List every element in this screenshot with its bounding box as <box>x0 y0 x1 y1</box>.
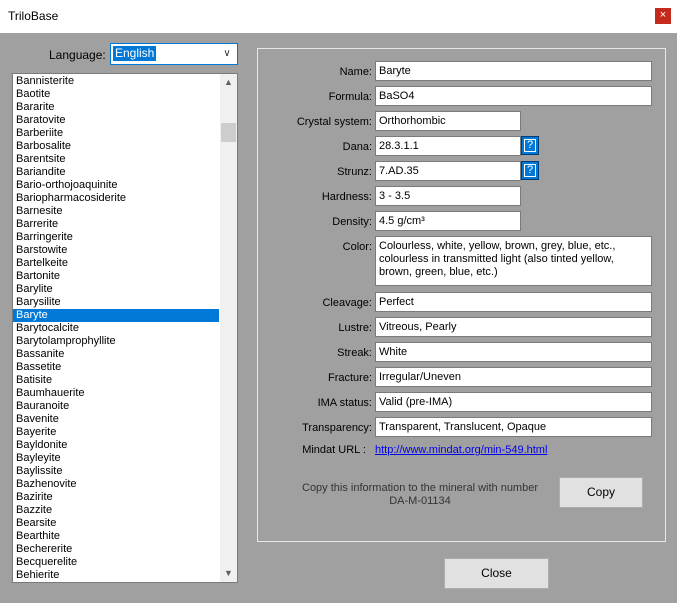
cleavage-field[interactable]: Perfect <box>375 292 652 312</box>
mindat-url-label: Mindat URL : <box>302 444 366 456</box>
list-item[interactable]: Barberiite <box>13 127 219 140</box>
language-select[interactable]: English ∨ <box>110 43 238 65</box>
list-item[interactable]: Bartonite <box>13 270 219 283</box>
dana-field[interactable]: 28.3.1.1 <box>375 136 521 156</box>
name-label: Name: <box>339 66 372 78</box>
dana-help-button[interactable]: ? <box>521 136 539 155</box>
lustre-field[interactable]: Vitreous, Pearly <box>375 317 652 337</box>
list-item[interactable]: Bazzite <box>13 504 219 517</box>
hardness-label: Hardness: <box>321 191 372 203</box>
scroll-down-icon[interactable]: ▼ <box>220 565 237 582</box>
list-item[interactable]: Bararite <box>13 101 219 114</box>
density-label: Density: <box>332 216 372 228</box>
list-item[interactable]: Barringerite <box>13 231 219 244</box>
help-icon: ? <box>524 139 536 152</box>
list-item[interactable]: Barysilite <box>13 296 219 309</box>
cleavage-label: Cleavage: <box>322 297 372 309</box>
list-item[interactable]: Bartelkeite <box>13 257 219 270</box>
list-item[interactable]: Barstowite <box>13 244 219 257</box>
list-item[interactable]: Baryte <box>13 309 219 322</box>
list-item[interactable]: Baratovite <box>13 114 219 127</box>
transparency-field[interactable]: Transparent, Translucent, Opaque <box>375 417 652 437</box>
list-item[interactable]: Bayldonite <box>13 439 219 452</box>
fracture-label: Fracture: <box>327 372 372 384</box>
title-bar: TriloBase × <box>0 0 677 33</box>
strunz-help-button[interactable]: ? <box>521 161 539 180</box>
help-icon: ? <box>524 164 536 177</box>
name-field[interactable]: Baryte <box>375 61 652 81</box>
window-close-icon[interactable]: × <box>655 8 671 24</box>
list-item[interactable]: Barentsite <box>13 153 219 166</box>
dana-label: Dana: <box>342 141 372 153</box>
scroll-thumb[interactable] <box>221 123 236 142</box>
fracture-field[interactable]: Irregular/Uneven <box>375 367 652 387</box>
list-item[interactable]: Barylite <box>13 283 219 296</box>
list-item[interactable]: Bavenite <box>13 413 219 426</box>
mineral-list[interactable]: Bannisterite Baotite Bararite Baratovite Bar… <box>12 73 238 583</box>
list-item[interactable]: Bannisterite <box>13 75 219 88</box>
crystal-system-label: Crystal system: <box>296 116 372 128</box>
list-item[interactable]: Bearthite <box>13 530 219 543</box>
lustre-label: Lustre: <box>338 322 372 334</box>
copy-button[interactable]: Copy <box>559 477 643 508</box>
language-label: Language: <box>49 48 106 62</box>
list-item[interactable]: Baotite <box>13 88 219 101</box>
close-button[interactable]: Close <box>444 558 549 589</box>
streak-label: Streak: <box>337 347 372 359</box>
strunz-field[interactable]: 7.AD.35 <box>375 161 521 181</box>
density-field[interactable]: 4.5 g/cm³ <box>375 211 521 231</box>
list-item[interactable]: Bario-orthojoaquinite <box>13 179 219 192</box>
ima-status-label: IMA status: <box>317 397 372 409</box>
list-item[interactable]: Barrerite <box>13 218 219 231</box>
mindat-url-link[interactable]: http://www.mindat.org/min-549.html <box>375 444 547 456</box>
list-item[interactable]: Bazirite <box>13 491 219 504</box>
hardness-field[interactable]: 3 - 3.5 <box>375 186 521 206</box>
transparency-label: Transparency: <box>302 422 372 434</box>
streak-field[interactable]: White <box>375 342 652 362</box>
list-item[interactable]: Bearsite <box>13 517 219 530</box>
list-item[interactable]: Bariandite <box>13 166 219 179</box>
language-value: English <box>113 46 157 61</box>
list-item[interactable]: Barnesite <box>13 205 219 218</box>
list-item[interactable]: Bassetite <box>13 361 219 374</box>
list-item[interactable]: Bariopharmacosiderite <box>13 192 219 205</box>
list-item[interactable]: Bechererite <box>13 543 219 556</box>
list-item[interactable]: Barytolamprophyllite <box>13 335 219 348</box>
list-item[interactable]: Bazhenovite <box>13 478 219 491</box>
list-item[interactable]: Bayerite <box>13 426 219 439</box>
list-item[interactable]: Bayleyite <box>13 452 219 465</box>
list-item[interactable]: Bauranoite <box>13 400 219 413</box>
list-item[interactable]: Becquerelite <box>13 556 219 569</box>
color-field[interactable]: Colourless, white, yellow, brown, grey, … <box>375 236 652 286</box>
list-item[interactable]: Barytocalcite <box>13 322 219 335</box>
list-item[interactable]: Baumhauerite <box>13 387 219 400</box>
list-item[interactable]: Baylissite <box>13 465 219 478</box>
window-title: TriloBase <box>8 9 59 23</box>
ima-status-field[interactable]: Valid (pre-IMA) <box>375 392 652 412</box>
copy-description: Copy this information to the mineral wit… <box>302 482 538 507</box>
list-item[interactable]: Bassanite <box>13 348 219 361</box>
formula-label: Formula: <box>328 91 372 103</box>
list-scrollbar[interactable]: ▲ ▼ <box>220 74 237 582</box>
mineral-list-items: Bannisterite Baotite Bararite Baratovite Bar… <box>13 75 219 582</box>
list-item[interactable]: Barbosalite <box>13 140 219 153</box>
strunz-label: Strunz: <box>337 166 372 178</box>
color-label: Color: <box>342 241 372 253</box>
list-item[interactable]: Batisite <box>13 374 219 387</box>
list-item[interactable]: Behierite <box>13 569 219 582</box>
crystal-system-field[interactable]: Orthorhombic <box>375 111 521 131</box>
chevron-down-icon[interactable]: ∨ <box>220 46 234 62</box>
scroll-up-icon[interactable]: ▲ <box>220 74 237 91</box>
formula-field[interactable]: BaSO4 <box>375 86 652 106</box>
